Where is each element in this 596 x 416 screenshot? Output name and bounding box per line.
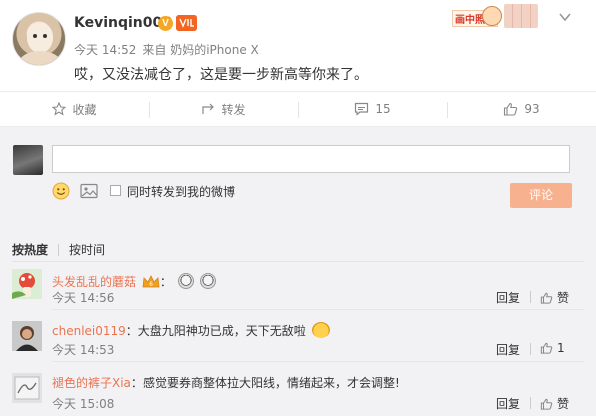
- comment-submit-button[interactable]: 评论: [510, 183, 572, 208]
- repost-button[interactable]: 转发: [149, 92, 298, 126]
- share-icon: [202, 103, 215, 114]
- thumbs-up-icon: [540, 342, 553, 354]
- comment-like-button[interactable]: 赞: [540, 289, 569, 306]
- sticker-face-icon: [482, 6, 502, 26]
- comment-like-label: 赞: [557, 397, 570, 411]
- like-count: 93: [524, 102, 540, 116]
- post-action-bar: 收藏 转发 15 93: [0, 91, 596, 127]
- post-text: 哎，又没法减仓了，这是要一步新高等你来了。: [74, 67, 368, 83]
- comment-sort-bar: 按热度 按时间: [12, 241, 105, 258]
- thumbs-up-icon: [540, 398, 553, 410]
- image-icon[interactable]: [80, 183, 98, 199]
- sort-by-hot-tab[interactable]: 按热度: [12, 241, 48, 258]
- comment-count: 15: [375, 102, 391, 116]
- comment-body: chenlei0119：大盘九阳神功已成，天下无敌啦: [52, 322, 330, 339]
- forward-checkbox[interactable]: [110, 185, 121, 196]
- repost-label: 转发: [221, 102, 246, 117]
- like-button[interactable]: 93: [447, 92, 596, 126]
- weibo-post: Kevinqin008 V 今天 14:52 来自 奶妈的iPhone X 哎，又…: [0, 0, 596, 90]
- comment-action-divider: [530, 291, 531, 303]
- favorite-label: 收藏: [72, 102, 97, 117]
- comment-divider: [52, 361, 584, 362]
- post-time[interactable]: 今天 14:52: [74, 43, 136, 57]
- post-meta: 今天 14:52 来自 奶妈的iPhone X: [74, 41, 265, 58]
- comment-reply-button[interactable]: 回复: [496, 289, 520, 306]
- comment-icon: [355, 102, 369, 116]
- sort-bar-divider: [12, 261, 584, 262]
- comment-suffix: ：: [130, 376, 143, 390]
- comment-text: 感觉要券商整体拉大阳线，情绪起来，才会调整!: [142, 376, 400, 390]
- comment-username[interactable]: 褪色的裤子Xia: [52, 376, 131, 390]
- sort-by-time-tab[interactable]: 按时间: [69, 241, 105, 258]
- comment-suffix: ：: [125, 324, 138, 338]
- comment-suffix: ：: [159, 275, 172, 289]
- comment-reply-button[interactable]: 回复: [496, 395, 520, 412]
- comment-like-label: 赞: [557, 291, 570, 305]
- comment-like-button[interactable]: 1: [540, 341, 565, 355]
- comment-avatar[interactable]: [12, 321, 42, 351]
- post-source: 来自 奶妈的iPhone X: [142, 43, 259, 57]
- chevron-down-icon[interactable]: [558, 10, 572, 24]
- doge-emoji-icon: [199, 273, 216, 289]
- comment-avatar[interactable]: [12, 269, 42, 299]
- comment-text: 大盘九阳神功已成，天下无敌啦: [137, 324, 306, 338]
- vip-crown-icon: 6: [142, 275, 160, 292]
- comment-like-count: 1: [557, 341, 565, 355]
- verified-badge-icon: V: [158, 16, 173, 31]
- comment-button[interactable]: 15: [298, 92, 447, 126]
- comment-input[interactable]: [52, 145, 570, 173]
- doge-emoji-icon: [177, 273, 194, 289]
- emoji-icon[interactable]: [52, 182, 70, 200]
- comment-body: 褪色的裤子Xia：感觉要券商整体拉大阳线，情绪起来，才会调整!: [52, 374, 400, 391]
- vip-level-icon: [176, 15, 197, 31]
- laugh-cry-emoji-icon: [311, 322, 330, 338]
- thumbs-up-icon: [504, 102, 518, 116]
- comment-username[interactable]: 头发乱乱的蘑菇: [52, 275, 136, 289]
- thumbs-up-icon: [540, 292, 553, 304]
- comment-section: 同时转发到我的微博 评论 按热度 按时间 头发乱乱的蘑菇 6： 今天 14:56…: [0, 127, 596, 416]
- comment-username[interactable]: chenlei0119: [52, 324, 126, 338]
- comment-time: 今天 14:56: [52, 291, 115, 305]
- comment-divider: [52, 309, 584, 310]
- comment-like-button[interactable]: 赞: [540, 395, 569, 412]
- author-avatar[interactable]: [12, 12, 66, 66]
- sticker-box-icon: [504, 4, 538, 28]
- comment-action-divider: [530, 343, 531, 355]
- forward-checkbox-label[interactable]: 同时转发到我的微博: [127, 183, 235, 200]
- comment-time: 今天 14:53: [52, 343, 115, 357]
- sticker-decoration: 画中照山: [452, 4, 538, 28]
- comment-reply-button[interactable]: 回复: [496, 341, 520, 358]
- comment-time: 今天 15:08: [52, 397, 115, 411]
- favorite-button[interactable]: 收藏: [0, 92, 149, 126]
- comment-avatar[interactable]: [12, 373, 42, 403]
- sort-divider: [58, 243, 60, 256]
- comment-action-divider: [530, 397, 531, 409]
- star-icon: [52, 102, 67, 116]
- my-avatar[interactable]: [13, 145, 43, 175]
